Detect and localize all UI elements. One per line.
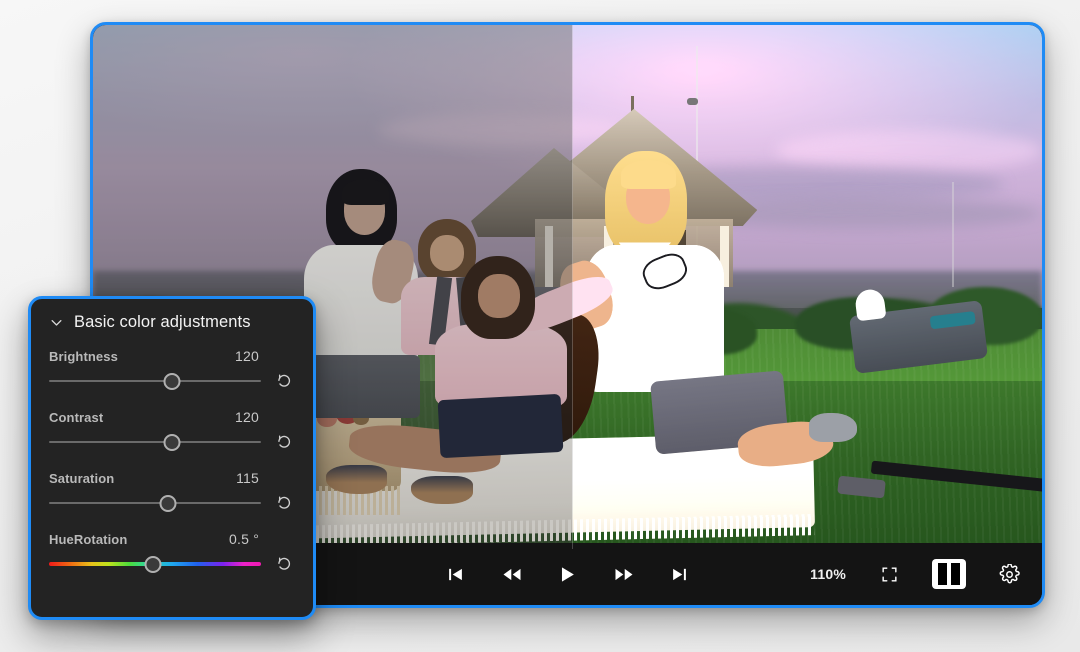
chevron-down-icon[interactable] — [49, 315, 64, 330]
slider-row-brightness: Brightness 120 — [49, 348, 295, 392]
fullscreen-icon — [880, 565, 899, 584]
slider-thumb-brightness[interactable] — [163, 373, 180, 390]
settings-button[interactable] — [994, 559, 1024, 589]
reset-huerotation-button[interactable] — [273, 553, 295, 575]
reset-icon — [275, 372, 293, 390]
slider-track-contrast[interactable] — [49, 432, 261, 452]
player-right-controls: 110% — [810, 559, 1024, 589]
reset-icon — [275, 555, 293, 573]
slider-value-huerotation: 0.5 ° — [229, 531, 259, 547]
slider-track-saturation[interactable] — [49, 493, 261, 513]
slider-row-saturation: Saturation 115 — [49, 470, 295, 514]
reset-saturation-button[interactable] — [273, 492, 295, 514]
skip-to-start-button[interactable] — [441, 559, 471, 589]
reset-brightness-button[interactable] — [273, 370, 295, 392]
slider-label-contrast: Contrast — [49, 410, 103, 425]
fast-forward-icon — [614, 566, 634, 583]
play-icon — [558, 565, 577, 584]
panel-header[interactable]: Basic color adjustments — [49, 313, 295, 332]
slider-thumb-huerotation[interactable] — [144, 556, 161, 573]
slider-value-contrast: 120 — [235, 409, 259, 425]
split-bar-right — [951, 563, 960, 585]
comparison-split-divider[interactable] — [572, 25, 573, 549]
split-bar-left — [938, 563, 947, 585]
slider-label-huerotation: HueRotation — [49, 532, 127, 547]
rewind-icon — [502, 566, 522, 583]
reset-icon — [275, 433, 293, 451]
fast-forward-button[interactable] — [609, 559, 639, 589]
split-view-toggle[interactable] — [932, 559, 966, 589]
fullscreen-button[interactable] — [874, 559, 904, 589]
skip-end-icon — [671, 566, 688, 583]
slider-track-huerotation[interactable] — [49, 554, 261, 574]
slider-value-brightness: 120 — [235, 348, 259, 364]
rewind-button[interactable] — [497, 559, 527, 589]
basic-color-adjustments-panel: Basic color adjustments Brightness 120 — [28, 296, 316, 620]
slider-thumb-saturation[interactable] — [159, 495, 176, 512]
slider-label-saturation: Saturation — [49, 471, 114, 486]
slider-row-huerotation: HueRotation 0.5 ° — [49, 531, 295, 575]
play-button[interactable] — [553, 559, 583, 589]
slider-thumb-contrast[interactable] — [163, 434, 180, 451]
skip-to-end-button[interactable] — [665, 559, 695, 589]
panel-title: Basic color adjustments — [74, 313, 251, 332]
slider-value-saturation: 115 — [236, 470, 259, 486]
zoom-level-label[interactable]: 110% — [810, 566, 846, 582]
slider-label-brightness: Brightness — [49, 349, 118, 364]
slider-list: Brightness 120 — [49, 348, 295, 575]
reset-icon — [275, 494, 293, 512]
slider-track-brightness[interactable] — [49, 371, 261, 391]
slider-row-contrast: Contrast 120 — [49, 409, 295, 453]
app-root: 110% — [0, 0, 1080, 652]
skip-start-icon — [447, 566, 464, 583]
reset-contrast-button[interactable] — [273, 431, 295, 453]
gear-icon — [999, 564, 1020, 585]
